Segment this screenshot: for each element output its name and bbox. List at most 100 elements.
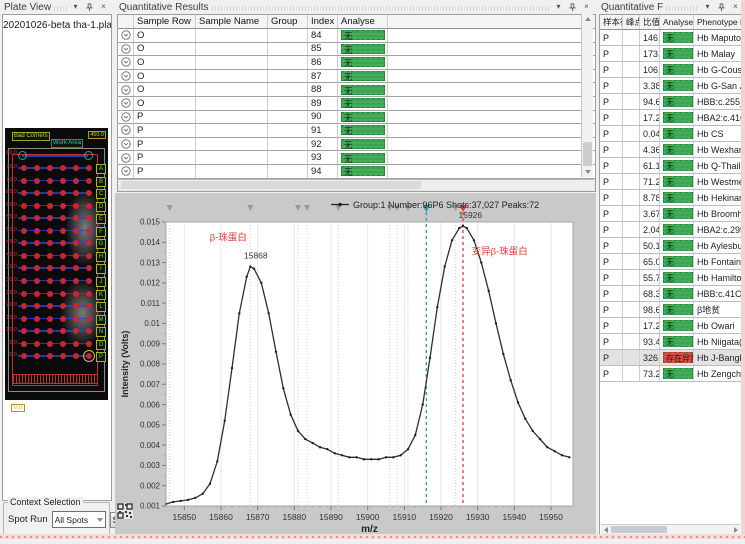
chevron-down-icon[interactable]: ▾	[702, 2, 713, 13]
result-row[interactable]: P94无	[118, 165, 595, 179]
scrollbar-thumb[interactable]	[611, 526, 667, 533]
spectrum-chart[interactable]: 0.0010.0020.0030.0040.0050.0060.0070.008…	[115, 193, 596, 539]
plate-spot[interactable]	[86, 228, 92, 234]
plate-spot[interactable]	[86, 278, 92, 284]
col-sample-row[interactable]: 样本行	[600, 15, 623, 29]
phenotype-row[interactable]: P2.04无HBA2:c.295T>G	[600, 222, 741, 238]
col-sample-row[interactable]: Sample Row	[134, 15, 196, 28]
plate-spot[interactable]	[73, 253, 79, 259]
plate-spot[interactable]	[21, 253, 27, 259]
phenotype-row[interactable]: P73.20无Hb Zengcheng	[600, 366, 741, 382]
plate-spot[interactable]	[86, 203, 92, 209]
row-expander-icon[interactable]	[118, 97, 134, 110]
plate-spot[interactable]	[73, 278, 79, 284]
plate-spot[interactable]	[47, 253, 53, 259]
result-row[interactable]: P92无	[118, 138, 595, 152]
phenotype-row[interactable]: P98.66无β地贫	[600, 302, 741, 318]
plate-spot[interactable]	[73, 178, 79, 184]
phenotype-row[interactable]: P3.67无Hb Broomhill	[600, 206, 741, 222]
plate-spot[interactable]	[21, 278, 27, 284]
close-icon[interactable]: ×	[730, 2, 741, 13]
plate-spot[interactable]	[47, 341, 53, 347]
plate-spot[interactable]	[86, 253, 92, 259]
phenotype-row[interactable]: P0.04无Hb CS	[600, 126, 741, 142]
col-phenotype-name[interactable]: Phenotype Name	[694, 15, 741, 29]
row-expander-icon[interactable]	[118, 151, 134, 164]
plate-spot[interactable]	[34, 253, 40, 259]
plate-spot[interactable]	[86, 291, 92, 297]
corner-spot[interactable]	[84, 151, 93, 160]
scroll-right-arrow[interactable]	[731, 525, 740, 534]
scrollbar-thumb[interactable]	[121, 181, 421, 189]
phenotype-row[interactable]: P94.62无HBB:c.255_264	[600, 94, 741, 110]
plate-spot[interactable]	[21, 341, 27, 347]
chevron-down-icon[interactable]: ▾	[70, 2, 81, 13]
col-sample-name[interactable]: Sample Name	[196, 15, 268, 28]
phenotype-row[interactable]: P68.31无HBB:c.41C>T|H	[600, 286, 741, 302]
col-ratio[interactable]: 比值	[640, 15, 660, 29]
result-row[interactable]: O85无	[118, 43, 595, 57]
col-analyse[interactable]: Analyse	[338, 15, 388, 28]
plate-spot[interactable]	[47, 165, 53, 171]
row-expander-icon[interactable]	[118, 138, 134, 151]
plate-spot[interactable]	[73, 303, 79, 309]
plate-spot[interactable]	[47, 203, 53, 209]
plate-spot[interactable]	[21, 291, 27, 297]
phenotype-row[interactable]: P3.38无Hb G-San José	[600, 78, 741, 94]
results-v-scrollbar[interactable]	[581, 14, 593, 177]
plate-file-name[interactable]: 20201026-beta tha-1.plate	[3, 20, 111, 31]
plate-spot[interactable]	[60, 278, 66, 284]
col-peak[interactable]: 峰点	[623, 15, 640, 29]
pin-icon[interactable]	[716, 2, 727, 13]
phenotype-row[interactable]: P71.20无Hb Westmead	[600, 174, 741, 190]
plate-spot[interactable]	[60, 341, 66, 347]
plate-spot[interactable]	[60, 316, 66, 322]
plate-spot[interactable]	[21, 316, 27, 322]
phenotype-row[interactable]: P17.29无HBA2:c.41C>T|	[600, 110, 741, 126]
plate-spot[interactable]	[60, 165, 66, 171]
corner-spot[interactable]	[18, 151, 27, 160]
phenotype-row[interactable]: P17.29无Hb Owari	[600, 318, 741, 334]
plate-spot[interactable]	[73, 203, 79, 209]
plate-spot[interactable]	[34, 203, 40, 209]
plate-spot[interactable]	[73, 165, 79, 171]
phenotype-row[interactable]: P326.17存在异常Hb J-Bangkok	[600, 350, 741, 366]
row-expander-icon[interactable]	[118, 70, 134, 83]
result-row[interactable]: O88无	[118, 83, 595, 97]
pin-icon[interactable]	[567, 2, 578, 13]
result-row[interactable]: O84无	[118, 29, 595, 43]
close-icon[interactable]: ×	[98, 2, 109, 13]
col-analyse[interactable]: Analyse	[660, 15, 694, 29]
plate-spot[interactable]	[86, 178, 92, 184]
result-row[interactable]: O89无	[118, 97, 595, 111]
plate-spot[interactable]	[34, 228, 40, 234]
plate-spot[interactable]	[73, 341, 79, 347]
phenotype-row[interactable]: P61.19无Hb Q-Thailand	[600, 158, 741, 174]
phenotype-row[interactable]: P55.70无Hb Hamilton	[600, 270, 741, 286]
plate-spot[interactable]	[60, 203, 66, 209]
plate-spot[interactable]	[60, 178, 66, 184]
plate-spot[interactable]	[47, 228, 53, 234]
plate-spot[interactable]	[86, 165, 92, 171]
plate-spot[interactable]	[21, 165, 27, 171]
plate-spot[interactable]	[86, 341, 92, 347]
row-expander-icon[interactable]	[118, 43, 134, 56]
plate-spot[interactable]	[21, 228, 27, 234]
result-row[interactable]: P90无	[118, 111, 595, 125]
scroll-down-arrow[interactable]	[582, 167, 593, 177]
plate-spot[interactable]	[73, 291, 79, 297]
phenotype-row[interactable]: P4.36无Hb Wexham(2-	[600, 142, 741, 158]
plate-spot[interactable]	[60, 303, 66, 309]
row-expander-icon[interactable]	[118, 56, 134, 69]
plate-spot[interactable]	[34, 303, 40, 309]
row-expander-icon[interactable]	[118, 29, 134, 42]
plate-spot[interactable]	[73, 228, 79, 234]
plate-spot[interactable]	[47, 303, 53, 309]
plate-spot[interactable]	[34, 316, 40, 322]
phenotype-row[interactable]: P93.48无Hb Niigata(>C)	[600, 334, 741, 350]
spectrum-chart-svg[interactable]: 0.0010.0020.0030.0040.0050.0060.0070.008…	[115, 193, 596, 539]
plate-spot[interactable]	[47, 278, 53, 284]
plate-spot[interactable]	[34, 165, 40, 171]
plate-spot[interactable]	[34, 291, 40, 297]
results-h-scrollbar[interactable]	[119, 179, 594, 190]
